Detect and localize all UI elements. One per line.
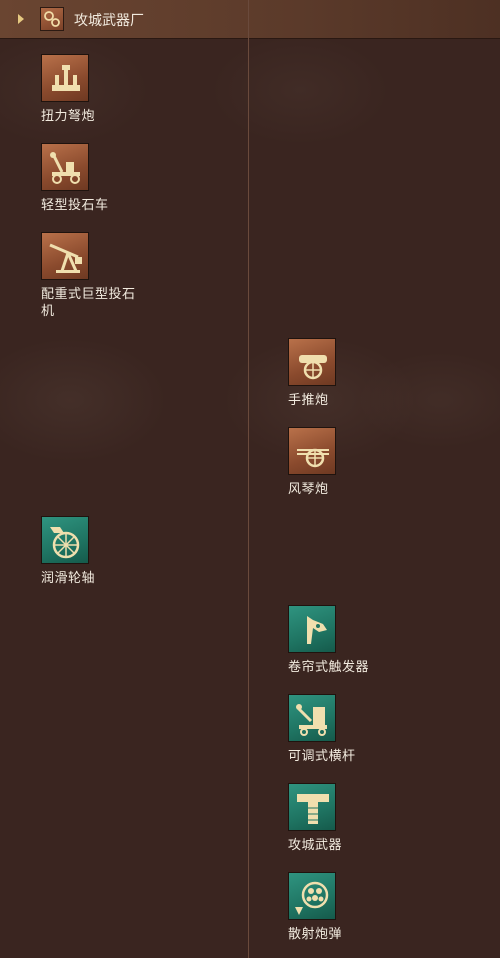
node-label: 卷帘式触发器: [288, 660, 370, 675]
tech-node-ballista[interactable]: 扭力弩炮: [41, 54, 201, 125]
node-label: 配重式巨型投石机: [41, 287, 136, 319]
category-title: 攻城武器厂: [74, 13, 144, 29]
tech-node-organ-gun[interactable]: 风琴炮: [288, 427, 448, 498]
tech-node-siege-engineers[interactable]: 攻城武器: [288, 783, 448, 854]
node-label: 攻城武器: [288, 838, 343, 853]
trebuchet-icon[interactable]: [41, 232, 89, 280]
node-label: 可调式横杆: [288, 749, 356, 764]
ballista-icon[interactable]: [41, 54, 89, 102]
node-label: 风琴炮: [288, 482, 329, 497]
tech-node-trebuchet[interactable]: 配重式巨型投石机: [41, 232, 141, 320]
tech-node-hand-cannon[interactable]: 手推炮: [288, 338, 448, 409]
node-label: 散射炮弹: [288, 927, 343, 942]
organ-gun-icon[interactable]: [288, 427, 336, 475]
expand-arrow-icon[interactable]: [18, 14, 24, 24]
scatter-shot-icon[interactable]: [288, 872, 336, 920]
tech-node-greased-axles[interactable]: 润滑轮轴: [41, 516, 201, 587]
node-label: 润滑轮轴: [41, 571, 96, 586]
node-label: 手推炮: [288, 393, 329, 408]
node-label: 扭力弩炮: [41, 109, 96, 124]
catapult-icon[interactable]: [41, 143, 89, 191]
wheel-axle-icon[interactable]: [41, 516, 89, 564]
tech-node-roller-trigger[interactable]: 卷帘式触发器: [288, 605, 448, 676]
tech-node-light-catapult[interactable]: 轻型投石车: [41, 143, 201, 214]
tech-node-adjustable-crossbar[interactable]: 可调式横杆: [288, 694, 448, 765]
cannon-icon[interactable]: [288, 338, 336, 386]
siege-weapon-icon[interactable]: [288, 783, 336, 831]
tech-node-canister-shot[interactable]: 散射炮弹: [288, 872, 448, 943]
column-divider: [248, 0, 249, 958]
gears-icon: [40, 7, 64, 31]
crossbar-icon[interactable]: [288, 694, 336, 742]
node-label: 轻型投石车: [41, 198, 109, 213]
trigger-icon[interactable]: [288, 605, 336, 653]
category-header[interactable]: 攻城武器厂: [0, 0, 500, 39]
